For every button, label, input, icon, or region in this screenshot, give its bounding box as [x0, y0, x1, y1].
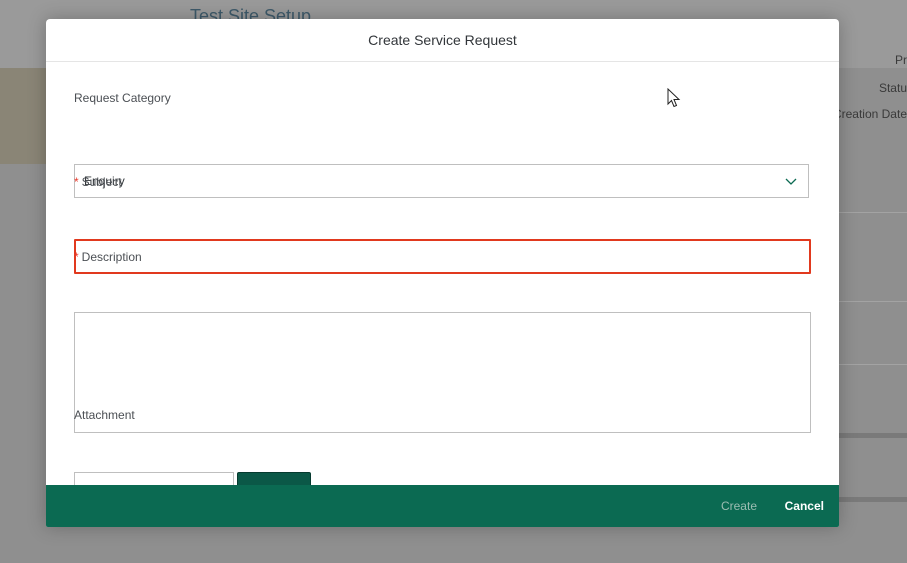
- cancel-button[interactable]: Cancel: [785, 499, 824, 513]
- required-marker: *: [74, 175, 79, 189]
- chevron-down-icon: [785, 178, 797, 185]
- background-label-status: Statu: [878, 81, 907, 95]
- attachment-label: Attachment: [74, 408, 135, 422]
- background-scrollbar: [839, 497, 907, 502]
- background-side-panel: [0, 68, 46, 164]
- request-category-select[interactable]: Enquiry: [74, 164, 809, 198]
- create-service-request-dialog: Create Service Request Request Category …: [46, 19, 839, 527]
- background-label-creation-date: Creation Date: [832, 107, 907, 121]
- background-divider: [839, 301, 907, 302]
- background-divider: [839, 212, 907, 213]
- background-label-priority: Pr: [895, 53, 907, 67]
- subject-label: * Subject: [74, 175, 122, 189]
- description-label-text: Description: [81, 250, 142, 264]
- dialog-header: Create Service Request: [46, 19, 839, 62]
- background-divider: [839, 364, 907, 365]
- description-textarea[interactable]: [74, 312, 811, 433]
- dialog-title: Create Service Request: [368, 32, 517, 48]
- request-category-label: Request Category: [74, 91, 171, 105]
- subject-input[interactable]: [74, 239, 811, 274]
- mouse-pointer-icon: [667, 88, 681, 108]
- background-scrollbar: [839, 433, 907, 438]
- subject-label-text: Subject: [81, 175, 122, 189]
- create-button[interactable]: Create: [721, 499, 757, 513]
- required-marker: *: [74, 250, 79, 264]
- dialog-footer: Create Cancel: [46, 485, 839, 527]
- description-label: * Description: [74, 250, 142, 264]
